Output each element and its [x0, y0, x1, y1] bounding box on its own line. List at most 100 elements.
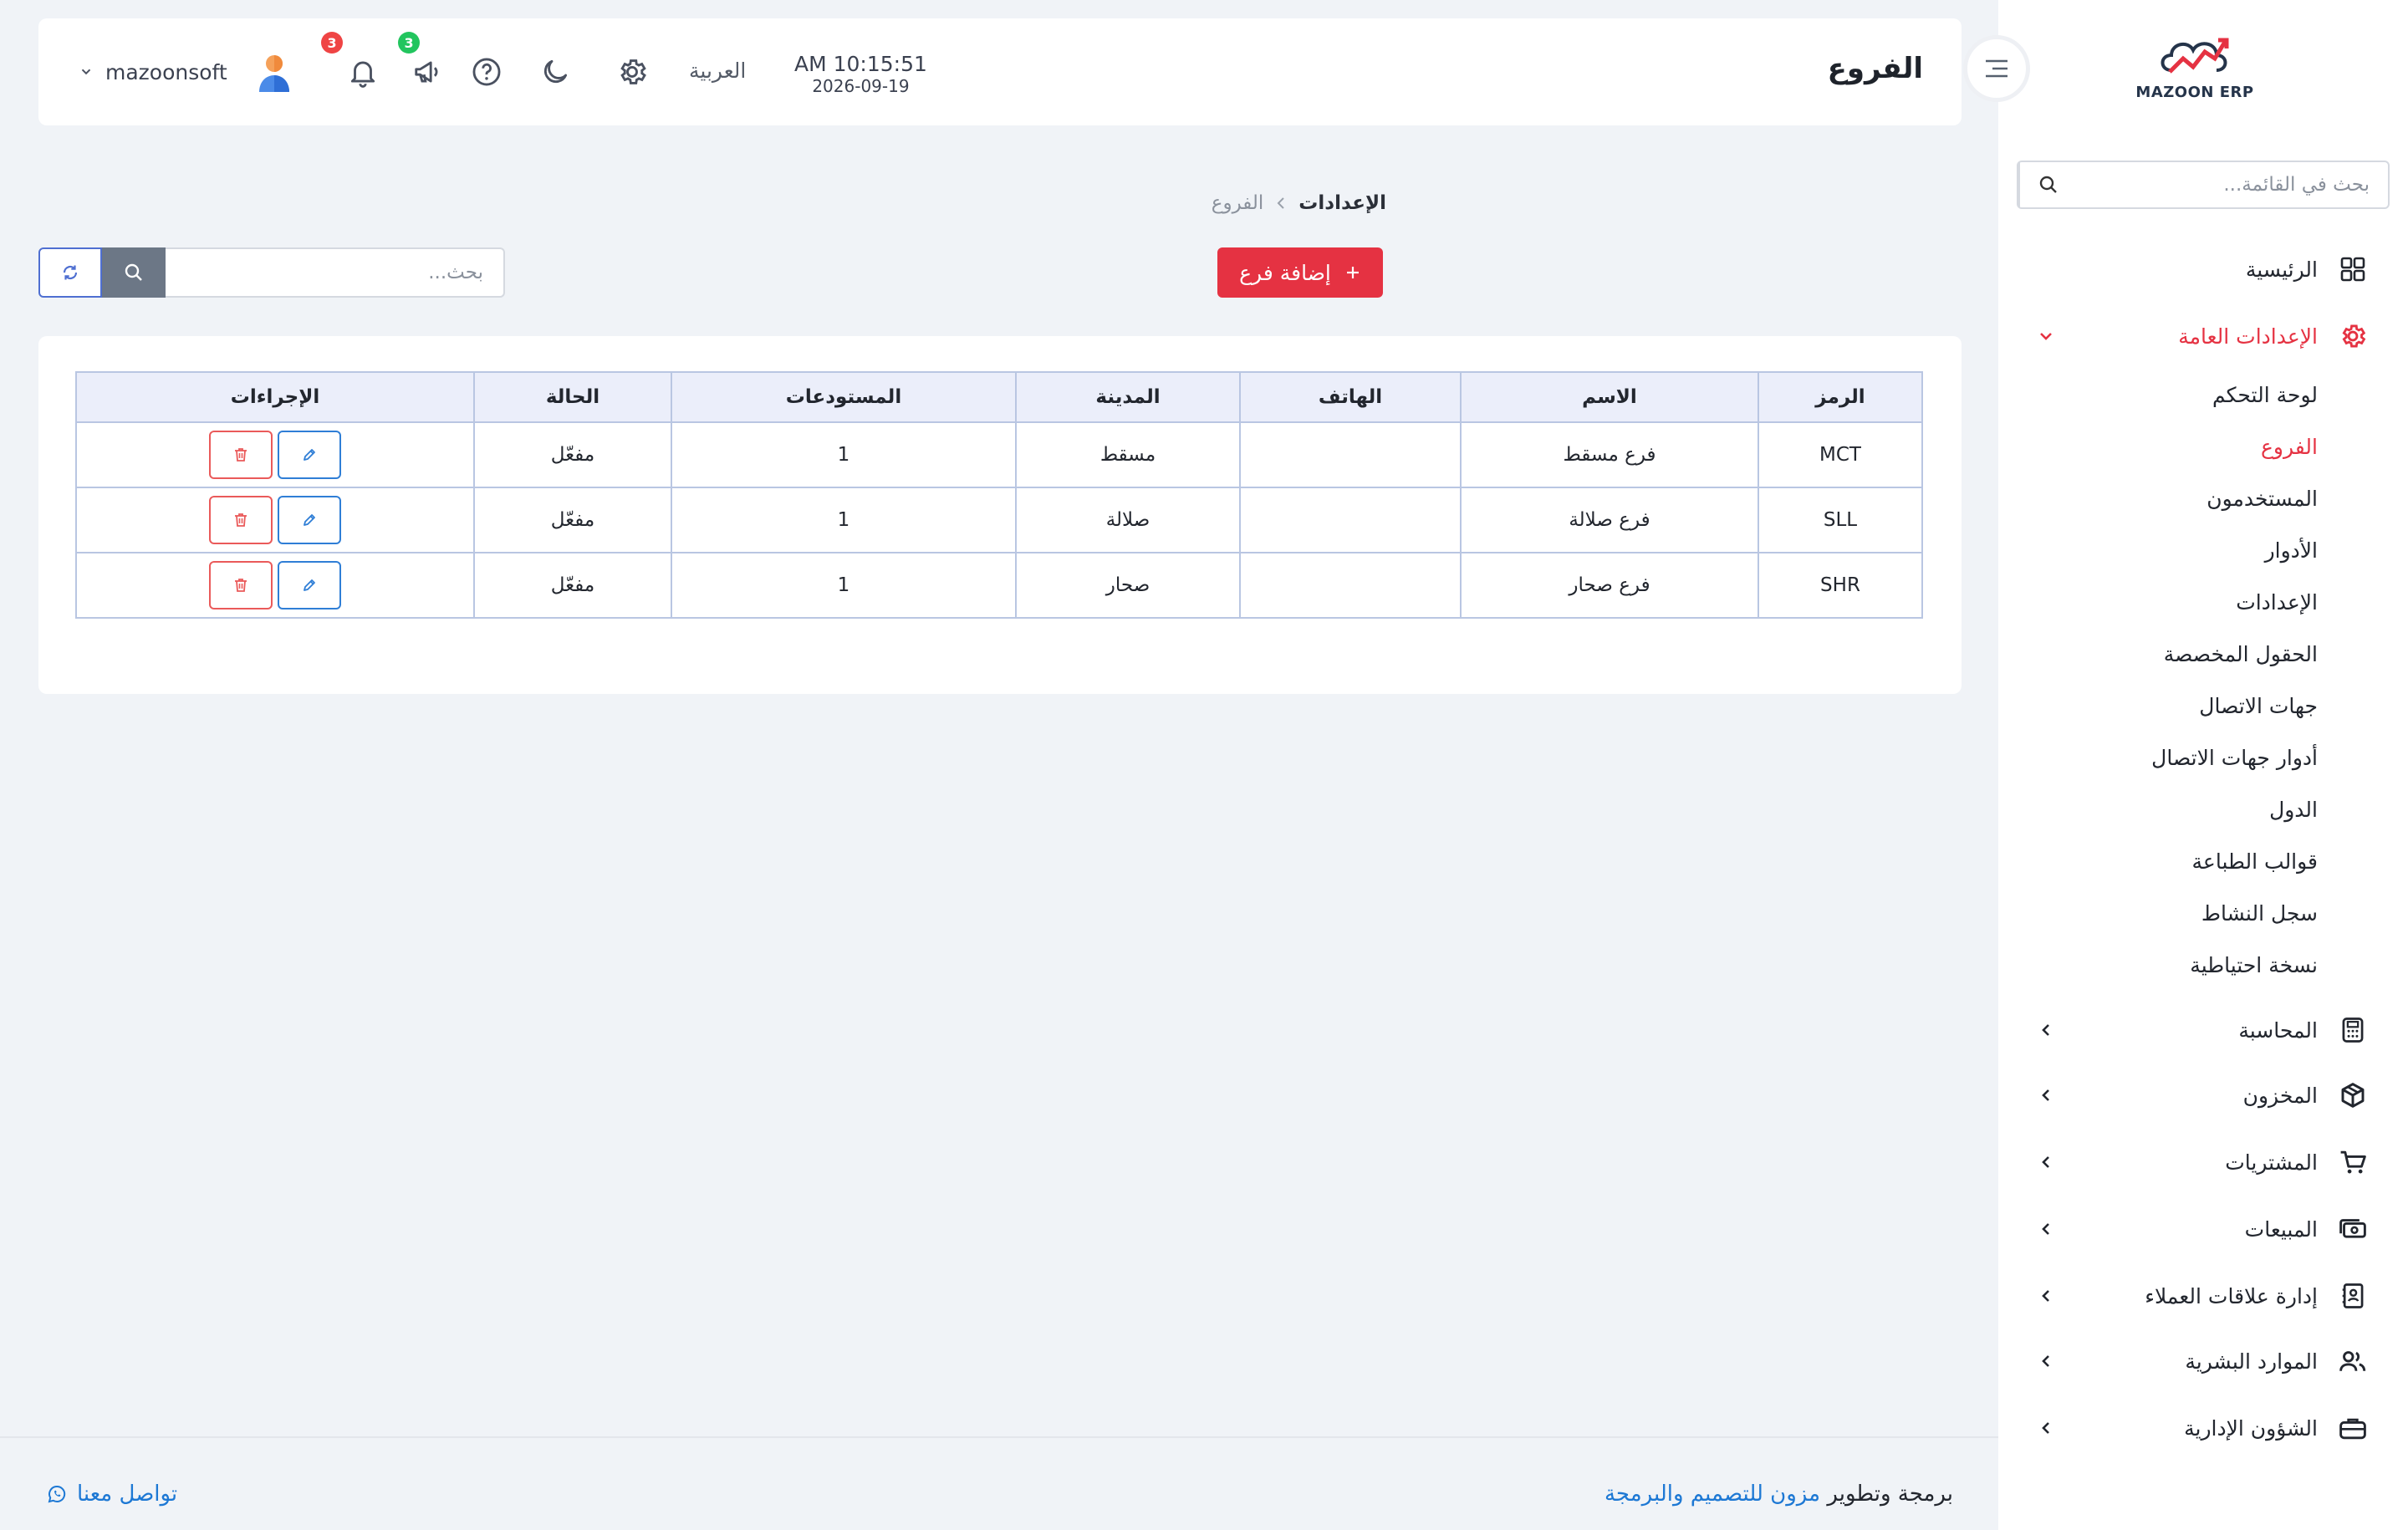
cell-name: فرع صلالة	[1460, 487, 1759, 553]
sidebar-subitem-activity-log[interactable]: سجل النشاط	[2201, 901, 2318, 926]
refresh-icon	[63, 265, 78, 280]
help-button[interactable]	[468, 54, 505, 90]
sidebar-item-sales[interactable]: المبيعات	[1998, 1204, 2408, 1254]
table-header-row: الرمز الاسم الهاتف المدينة المستودعات ال…	[75, 371, 1923, 423]
cell-actions	[75, 421, 475, 488]
sidebar-item-label: الموارد البشرية	[2185, 1349, 2318, 1374]
edit-button[interactable]	[278, 561, 341, 609]
trash-icon	[235, 579, 247, 592]
help-circle-icon	[472, 58, 501, 86]
sidebar-item-home[interactable]: الرئيسية	[1998, 244, 2408, 294]
delete-button[interactable]	[209, 561, 273, 609]
logo-graphic-icon	[2161, 38, 2229, 74]
sidebar-search-button[interactable]	[2018, 162, 2077, 207]
column-header-status: الحالة	[473, 371, 672, 423]
chevron-left-icon	[1275, 196, 1287, 210]
contact-us-label: تواصل معنا	[77, 1482, 178, 1507]
briefcase-icon	[2338, 1413, 2368, 1443]
column-header-code: الرمز	[1758, 371, 1923, 423]
breadcrumb-current: الفروع	[1211, 192, 1264, 214]
sidebar-item-accounting[interactable]: المحاسبة	[1998, 1005, 2408, 1055]
sidebar-item-label: المحاسبة	[2238, 1017, 2318, 1043]
sidebar-subitem-roles[interactable]: الأدوار	[2265, 538, 2318, 563]
chevron-left-icon	[2035, 1285, 2057, 1307]
notifications-button[interactable]	[344, 54, 381, 90]
sidebar-subitem-dashboard[interactable]: لوحة التحكم	[2212, 383, 2318, 407]
cell-code: SHR	[1758, 552, 1923, 619]
cell-actions	[75, 552, 475, 619]
pencil-icon	[304, 579, 315, 591]
cash-icon	[2338, 1214, 2368, 1244]
sidebar-subitem-contacts[interactable]: جهات الاتصال	[2199, 694, 2318, 718]
search-input[interactable]	[166, 247, 505, 298]
contact-us-link[interactable]: تواصل معنا	[47, 1482, 177, 1507]
cell-code: MCT	[1758, 421, 1923, 488]
cell-status: مفعّل	[473, 487, 672, 553]
user-menu[interactable]: mazoonsoft	[79, 52, 296, 92]
settings-button[interactable]	[614, 54, 650, 90]
search-icon	[125, 263, 142, 281]
announcements-button[interactable]	[410, 54, 446, 90]
sidebar-search-input[interactable]	[2077, 162, 2388, 207]
trash-icon	[235, 448, 247, 462]
breadcrumb-root[interactable]: الإعدادات	[1298, 192, 1386, 214]
clock-time: AM 10:15:51	[794, 52, 927, 76]
sidebar-item-general-settings[interactable]: الإعدادات العامة	[1998, 311, 2408, 361]
add-branch-label: إضافة فرع	[1239, 260, 1331, 285]
sidebar-item-purchases[interactable]: المشتريات	[1998, 1137, 2408, 1187]
search-button[interactable]	[102, 247, 166, 298]
clock-date: 2026-09-19	[812, 76, 910, 96]
column-header-name: الاسم	[1460, 371, 1759, 423]
edit-button[interactable]	[278, 496, 341, 544]
whatsapp-icon	[48, 1485, 66, 1503]
box-icon	[2338, 1080, 2368, 1110]
trash-icon	[235, 513, 247, 527]
sidebar-subitem-branches[interactable]: الفروع	[2261, 435, 2318, 459]
search-icon	[2039, 176, 2057, 193]
sidebar-item-inventory[interactable]: المخزون	[1998, 1070, 2408, 1120]
column-header-phone: الهاتف	[1239, 371, 1462, 423]
chevron-down-icon	[81, 69, 91, 75]
table-row: SHR فرع صحار صحار 1 مفعّل	[75, 552, 1923, 619]
sidebar-item-admin-affairs[interactable]: الشؤون الإدارية	[1998, 1403, 2408, 1453]
sidebar-subitem-print-templates[interactable]: قوالب الطباعة	[2192, 849, 2318, 874]
delete-button[interactable]	[209, 496, 273, 544]
sidebar-item-label: المشتريات	[2225, 1150, 2318, 1175]
footer-credit: برمجة وتطوير مزون للتصميم والبرمجة	[1604, 1482, 1953, 1507]
sidebar-subitem-contact-roles[interactable]: أدوار جهات الاتصال	[2151, 746, 2318, 770]
footer: برمجة وتطوير مزون للتصميم والبرمجة تواصل…	[0, 1436, 1998, 1530]
sidebar-item-crm[interactable]: إدارة علاقات العملاء	[1998, 1271, 2408, 1321]
sidebar-item-hr[interactable]: الموارد البشرية	[1998, 1336, 2408, 1386]
sidebar-subitem-backup[interactable]: نسخة احتياطية	[2190, 953, 2318, 977]
sidebar-item-label: المبيعات	[2244, 1216, 2318, 1242]
cell-warehouses: 1	[671, 487, 1017, 553]
cell-warehouses: 1	[671, 552, 1017, 619]
username: mazoonsoft	[105, 59, 227, 84]
branches-table-card: الرمز الاسم الهاتف المدينة المستودعات ال…	[38, 336, 1962, 694]
avatar	[258, 55, 289, 92]
app-logo[interactable]: MAZOON ERP	[2099, 33, 2291, 117]
chevron-left-icon	[2035, 1084, 2057, 1106]
cell-status: مفعّل	[473, 421, 672, 488]
sidebar-subitem-custom-fields[interactable]: الحقول المخصصة	[2164, 642, 2318, 666]
theme-toggle-button[interactable]	[537, 54, 574, 90]
pencil-icon	[304, 514, 315, 526]
language-switch[interactable]: العربية	[689, 59, 746, 83]
cell-phone	[1239, 421, 1462, 488]
delete-button[interactable]	[209, 431, 273, 479]
sidebar-toggle-button[interactable]	[1963, 35, 2030, 102]
column-header-actions: الإجراءات	[75, 371, 475, 423]
sidebar-subitem-settings[interactable]: الإعدادات	[2236, 590, 2318, 615]
refresh-button[interactable]	[38, 247, 102, 298]
menu-icon	[1986, 59, 2008, 78]
edit-button[interactable]	[278, 431, 341, 479]
table-row: SLL فرع صلالة صلالة 1 مفعّل	[75, 487, 1923, 553]
sidebar-subitem-users[interactable]: المستخدمون	[2206, 487, 2318, 511]
sidebar-subitem-countries[interactable]: الدول	[2269, 798, 2318, 822]
page-title: الفروع	[1827, 52, 1923, 85]
add-branch-button[interactable]: إضافة فرع	[1217, 247, 1383, 298]
table-row: MCT فرع مسقط مسقط 1 مفعّل	[75, 421, 1923, 488]
footer-brand-link[interactable]: مزون للتصميم والبرمجة	[1604, 1482, 1820, 1507]
sidebar-item-label: الإعدادات العامة	[2178, 324, 2318, 349]
sidebar-search	[2017, 161, 2390, 209]
